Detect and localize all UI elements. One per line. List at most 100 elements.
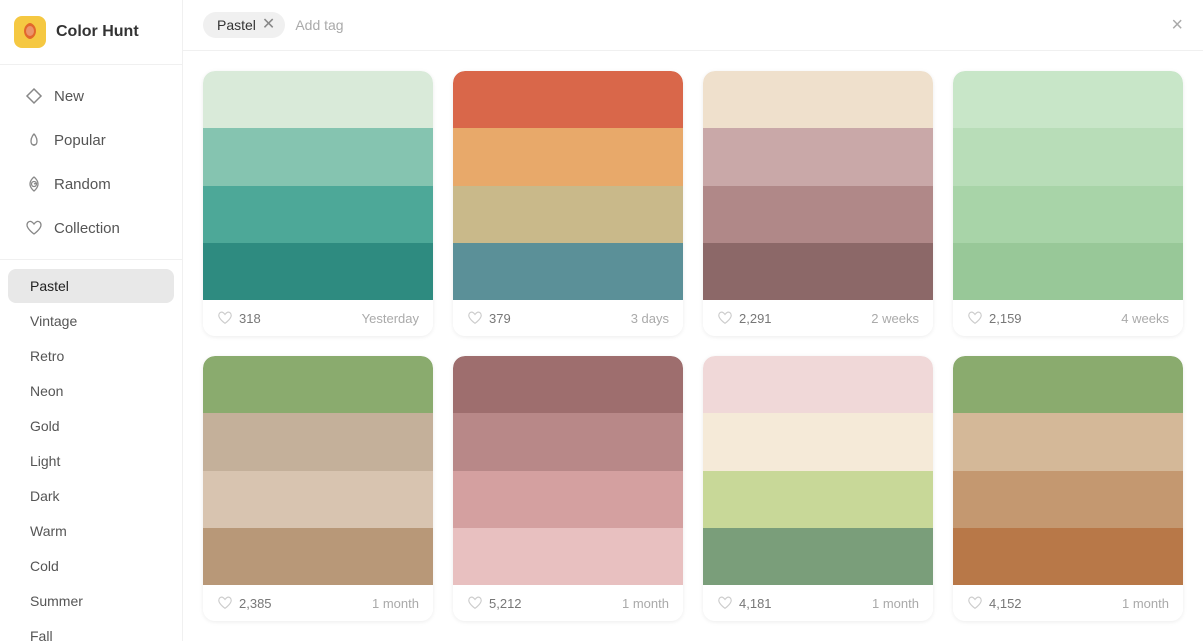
tag-item-fall[interactable]: Fall bbox=[8, 619, 174, 641]
time-label: 1 month bbox=[1122, 596, 1169, 611]
remove-tag-button[interactable]: ✕ bbox=[262, 17, 275, 33]
tag-item-pastel[interactable]: Pastel bbox=[8, 269, 174, 303]
tag-item-retro[interactable]: Retro bbox=[8, 339, 174, 373]
color-swatch bbox=[953, 186, 1183, 243]
tag-item-gold[interactable]: Gold bbox=[8, 409, 174, 443]
heart-icon bbox=[717, 310, 733, 326]
palette-swatches bbox=[703, 71, 933, 300]
heart-icon bbox=[217, 310, 233, 326]
like-area[interactable]: 4,181 bbox=[717, 595, 772, 611]
color-swatch bbox=[703, 71, 933, 128]
sidebar-item-random[interactable]: Random bbox=[8, 163, 174, 205]
like-area[interactable]: 379 bbox=[467, 310, 511, 326]
tag-item-light[interactable]: Light bbox=[8, 444, 174, 478]
heart-icon bbox=[467, 595, 483, 611]
like-count: 5,212 bbox=[489, 596, 522, 611]
like-area[interactable]: 2,385 bbox=[217, 595, 272, 611]
color-swatch bbox=[703, 356, 933, 413]
tag-item-neon[interactable]: Neon bbox=[8, 374, 174, 408]
palette-card[interactable]: 2,385 1 month bbox=[203, 356, 433, 621]
heart-icon bbox=[467, 310, 483, 326]
color-swatch bbox=[703, 471, 933, 528]
color-swatch bbox=[203, 71, 433, 128]
like-area[interactable]: 5,212 bbox=[467, 595, 522, 611]
like-count: 2,385 bbox=[239, 596, 272, 611]
color-swatch bbox=[203, 356, 433, 413]
palette-footer: 2,2912 weeks bbox=[703, 300, 933, 336]
tag-item-summer[interactable]: Summer bbox=[8, 584, 174, 618]
palette-swatches bbox=[953, 71, 1183, 300]
palette-swatches bbox=[203, 71, 433, 300]
logo-icon bbox=[14, 16, 46, 48]
nav-collection-label: Collection bbox=[54, 220, 120, 237]
palette-card[interactable]: 4,181 1 month bbox=[703, 356, 933, 621]
palette-grid: 318Yesterday 3793 days 2,2912 weeks 2,1594 … bbox=[183, 51, 1203, 641]
like-area[interactable]: 2,159 bbox=[967, 310, 1022, 326]
heart-icon bbox=[967, 310, 983, 326]
palette-footer: 2,1594 weeks bbox=[953, 300, 1183, 336]
logo[interactable]: Color Hunt bbox=[0, 0, 182, 65]
tag-item-warm[interactable]: Warm bbox=[8, 514, 174, 548]
nav-new-label: New bbox=[54, 88, 84, 105]
palette-card[interactable]: 4,152 1 month bbox=[953, 356, 1183, 621]
palette-swatches bbox=[453, 356, 683, 585]
tag-item-cold[interactable]: Cold bbox=[8, 549, 174, 583]
nav-items: New Popular Random bbox=[0, 65, 182, 260]
color-swatch bbox=[203, 243, 433, 300]
top-bar: Pastel ✕ Add tag × bbox=[183, 0, 1203, 51]
color-swatch bbox=[453, 356, 683, 413]
like-count: 2,291 bbox=[739, 311, 772, 326]
like-area[interactable]: 2,291 bbox=[717, 310, 772, 326]
color-swatch bbox=[703, 186, 933, 243]
color-swatch bbox=[453, 71, 683, 128]
like-count: 2,159 bbox=[989, 311, 1022, 326]
color-swatch bbox=[453, 528, 683, 585]
palette-card[interactable]: 5,2121 month bbox=[453, 356, 683, 621]
palette-swatches bbox=[203, 356, 433, 585]
color-swatch bbox=[203, 186, 433, 243]
palette-footer: 2,385 1 month bbox=[203, 585, 433, 621]
palette-swatches bbox=[953, 356, 1183, 585]
palette-swatches bbox=[703, 356, 933, 585]
active-tag-chip[interactable]: Pastel ✕ bbox=[203, 12, 285, 38]
heart-outline-icon bbox=[24, 218, 44, 238]
sidebar-item-new[interactable]: New bbox=[8, 75, 174, 117]
main-content: Pastel ✕ Add tag × 318Yesterday 3793 days… bbox=[183, 0, 1203, 641]
palette-card[interactable]: 318Yesterday bbox=[203, 71, 433, 336]
close-button[interactable]: × bbox=[1171, 15, 1183, 35]
like-area[interactable]: 318 bbox=[217, 310, 261, 326]
random-icon bbox=[24, 174, 44, 194]
color-swatch bbox=[953, 243, 1183, 300]
diamond-icon bbox=[24, 86, 44, 106]
add-tag-input[interactable]: Add tag bbox=[295, 17, 343, 33]
tags-section: PastelVintageRetroNeonGoldLightDarkWarmC… bbox=[0, 260, 182, 641]
color-swatch bbox=[703, 413, 933, 470]
like-area[interactable]: 4,152 bbox=[967, 595, 1022, 611]
sidebar: Color Hunt New Popular bbox=[0, 0, 183, 641]
color-swatch bbox=[453, 243, 683, 300]
time-label: 1 month bbox=[872, 596, 919, 611]
active-tag-label: Pastel bbox=[217, 17, 256, 33]
sidebar-item-popular[interactable]: Popular bbox=[8, 119, 174, 161]
color-swatch bbox=[203, 471, 433, 528]
color-swatch bbox=[953, 128, 1183, 185]
tag-item-vintage[interactable]: Vintage bbox=[8, 304, 174, 338]
palette-card[interactable]: 3793 days bbox=[453, 71, 683, 336]
palette-footer: 318Yesterday bbox=[203, 300, 433, 336]
heart-icon bbox=[967, 595, 983, 611]
tag-item-dark[interactable]: Dark bbox=[8, 479, 174, 513]
color-swatch bbox=[953, 528, 1183, 585]
palette-card[interactable]: 2,2912 weeks bbox=[703, 71, 933, 336]
palette-card[interactable]: 2,1594 weeks bbox=[953, 71, 1183, 336]
heart-icon bbox=[717, 595, 733, 611]
nav-random-label: Random bbox=[54, 176, 111, 193]
sidebar-item-collection[interactable]: Collection bbox=[8, 207, 174, 249]
time-label: 1 month bbox=[372, 596, 419, 611]
like-count: 379 bbox=[489, 311, 511, 326]
color-swatch bbox=[453, 413, 683, 470]
color-swatch bbox=[203, 413, 433, 470]
palette-footer: 3793 days bbox=[453, 300, 683, 336]
color-swatch bbox=[703, 243, 933, 300]
palette-footer: 5,2121 month bbox=[453, 585, 683, 621]
like-count: 4,181 bbox=[739, 596, 772, 611]
